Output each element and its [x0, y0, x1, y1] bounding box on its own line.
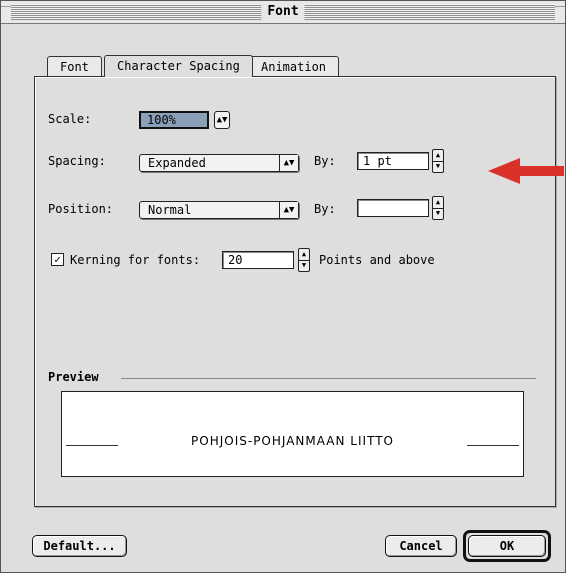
annotation-arrow-icon: [488, 158, 564, 184]
preview-sample-text: POHJOIS-POHJANMAAN LIITTO: [191, 434, 394, 448]
spacing-by-field[interactable]: 1 pt: [357, 152, 429, 170]
kerning-field[interactable]: 20: [222, 251, 294, 269]
kerning-stepper[interactable]: ▲ ▼: [298, 248, 310, 272]
position-popup[interactable]: Normal ▲▼: [139, 201, 299, 219]
updown-arrows-icon: ▲▼: [279, 155, 298, 171]
spacing-popup[interactable]: Expanded ▲▼: [139, 154, 299, 172]
scale-popup-button[interactable]: ▲▼: [214, 111, 230, 129]
kerning-suffix: Points and above: [319, 253, 435, 267]
cancel-button[interactable]: Cancel: [385, 535, 457, 557]
position-by-label: By:: [314, 202, 336, 216]
stepper-down-icon[interactable]: ▼: [433, 208, 443, 219]
stepper-down-icon[interactable]: ▼: [433, 161, 443, 172]
scale-field[interactable]: 100%: [139, 111, 209, 129]
title-bar[interactable]: Font: [1, 1, 565, 24]
tab-font[interactable]: Font: [47, 56, 102, 76]
spacing-label: Spacing:: [48, 154, 106, 168]
position-by-stepper[interactable]: ▲ ▼: [432, 196, 444, 220]
position-by-field[interactable]: [357, 199, 429, 217]
default-button[interactable]: Default...: [32, 535, 127, 557]
ok-button[interactable]: OK: [468, 535, 546, 557]
kerning-checkbox[interactable]: ✓: [51, 253, 64, 266]
spacing-by-label: By:: [314, 154, 336, 168]
position-popup-value: Normal: [148, 203, 192, 217]
scale-label: Scale:: [48, 112, 92, 126]
preview-divider: [121, 378, 536, 379]
position-label: Position:: [48, 202, 114, 216]
preview-box: POHJOIS-POHJANMAAN LIITTO: [61, 391, 524, 477]
tab-animation[interactable]: Animation: [248, 56, 340, 76]
kerning-label: Kerning for fonts:: [70, 253, 201, 267]
font-dialog: Font Font Character Spacing Animation Sc…: [0, 0, 566, 573]
preview-heading: Preview: [48, 370, 99, 384]
updown-arrows-icon: ▲▼: [279, 202, 298, 218]
preview-baseline-right: [467, 445, 519, 446]
tab-character-spacing[interactable]: Character Spacing: [104, 55, 253, 77]
spacing-popup-value: Expanded: [148, 156, 206, 170]
spacing-by-stepper[interactable]: ▲ ▼: [432, 149, 444, 173]
updown-arrows-icon: ▲▼: [216, 115, 228, 125]
stepper-down-icon[interactable]: ▼: [299, 260, 309, 271]
window-title: Font: [261, 2, 305, 21]
checkmark-icon: ✓: [54, 253, 61, 266]
